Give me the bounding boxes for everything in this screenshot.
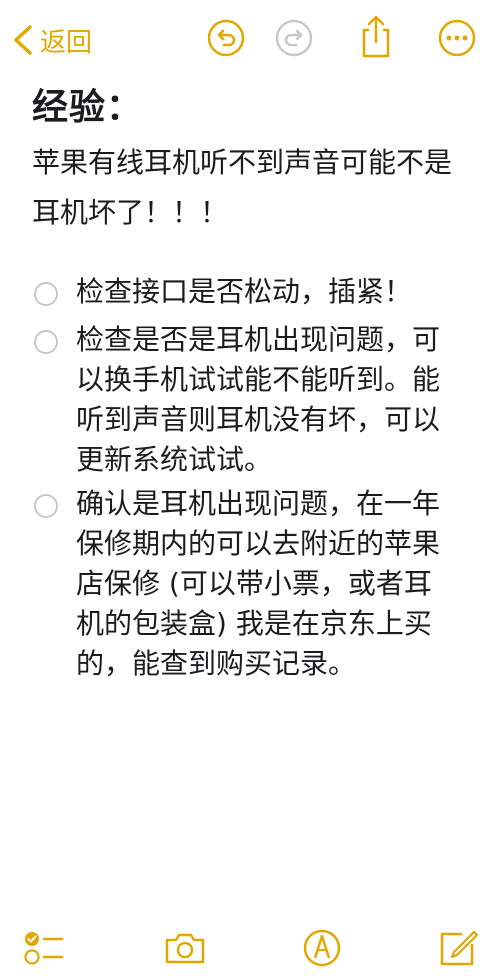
markup-icon[interactable] xyxy=(300,928,344,968)
top-nav-bar: 返回 xyxy=(0,0,500,80)
unchecked-circle-icon[interactable] xyxy=(34,330,58,354)
checklist-item-text[interactable]: 检查接口是否松动，插紧！ xyxy=(76,272,456,312)
chevron-left-icon xyxy=(14,25,32,55)
redo-icon[interactable] xyxy=(274,18,314,58)
checklist-icon[interactable] xyxy=(22,928,66,968)
note-paragraph[interactable]: 苹果有线耳机听不到声音可能不是耳机坏了！！！ xyxy=(32,138,477,238)
checklist-item-text[interactable]: 检查是否是耳机出现问题，可以换手机试试能不能听到。能听到声音则耳机没有坏，可以更… xyxy=(76,320,456,480)
unchecked-circle-icon[interactable] xyxy=(34,282,58,306)
back-label: 返回 xyxy=(40,27,93,58)
camera-icon[interactable] xyxy=(163,928,207,968)
checklist-item-text[interactable]: 确认是耳机出现问题，在一年保修期内的可以去附近的苹果店保修 (可以带小票，或者耳… xyxy=(76,484,456,684)
checklist-item[interactable]: 确认是耳机出现问题，在一年保修期内的可以去附近的苹果店保修 (可以带小票，或者耳… xyxy=(34,484,474,684)
back-button[interactable]: 返回 xyxy=(10,20,92,60)
more-icon[interactable] xyxy=(437,18,477,58)
checklist-item[interactable]: 检查是否是耳机出现问题，可以换手机试试能不能听到。能听到声音则耳机没有坏，可以更… xyxy=(34,320,474,480)
unchecked-circle-icon[interactable] xyxy=(34,494,58,518)
note-title[interactable]: 经验： xyxy=(32,78,143,130)
bottom-toolbar xyxy=(0,916,500,976)
share-icon[interactable] xyxy=(356,14,396,60)
compose-icon[interactable] xyxy=(436,928,480,968)
undo-icon[interactable] xyxy=(206,18,246,58)
checklist-item[interactable]: 检查接口是否松动，插紧！ xyxy=(34,272,474,312)
